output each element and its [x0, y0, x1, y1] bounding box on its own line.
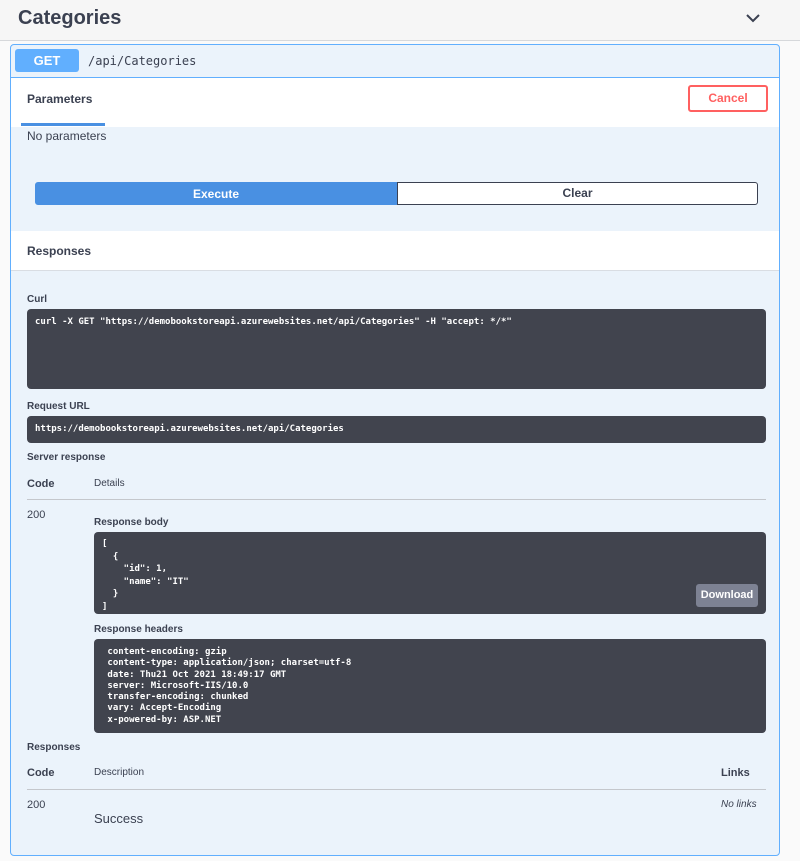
- server-details-header: Details: [94, 478, 125, 489]
- server-code-header: Code: [27, 478, 55, 490]
- method-badge: GET: [15, 49, 79, 72]
- request-url-label: Request URL: [27, 401, 90, 412]
- cancel-button[interactable]: Cancel: [688, 85, 768, 112]
- curl-command-block[interactable]: curl -X GET "https://demobookstoreapi.az…: [27, 309, 766, 389]
- operation-summary[interactable]: GET /api/Categories: [11, 45, 779, 78]
- responses-table-divider: [27, 789, 766, 790]
- responses-links-header: Links: [721, 767, 750, 779]
- no-parameters-text: No parameters: [27, 129, 107, 143]
- server-status-code: 200: [27, 509, 46, 521]
- tab-active-indicator: [21, 123, 105, 126]
- server-response-label: Server response: [27, 452, 106, 463]
- responses-code-header: Code: [27, 767, 55, 779]
- responses-section-header: Responses: [11, 231, 779, 271]
- curl-label: Curl: [27, 294, 47, 305]
- response-description: Success: [94, 811, 144, 826]
- response-headers-label: Response headers: [94, 624, 183, 635]
- response-headers-block[interactable]: content-encoding: gzip content-type: app…: [94, 639, 766, 733]
- operation-block-get-categories: GET /api/Categories Parameters Cancel No…: [10, 44, 780, 856]
- response-body-block[interactable]: [ { "id": 1, "name": "IT" } ]: [94, 532, 766, 614]
- clear-button[interactable]: Clear: [397, 182, 758, 205]
- responses-title: Responses: [27, 244, 92, 258]
- tab-parameters[interactable]: Parameters: [27, 92, 92, 106]
- response-body-label: Response body: [94, 517, 169, 528]
- response-code: 200: [27, 799, 46, 811]
- download-button[interactable]: Download: [696, 584, 758, 607]
- execute-button[interactable]: Execute: [35, 182, 397, 205]
- parameters-section-header: Parameters Cancel: [11, 78, 779, 127]
- request-url-block[interactable]: https://demobookstoreapi.azurewebsites.n…: [27, 416, 766, 443]
- server-table-divider: [27, 499, 766, 500]
- tag-header-categories[interactable]: Categories: [0, 0, 800, 41]
- responses-description-header: Description: [94, 767, 145, 778]
- tag-title: Categories: [18, 7, 122, 29]
- response-links: No links: [721, 799, 757, 810]
- endpoint-path: /api/Categories: [88, 54, 197, 68]
- chevron-down-icon[interactable]: [745, 12, 761, 24]
- documented-responses-title: Responses: [27, 742, 81, 753]
